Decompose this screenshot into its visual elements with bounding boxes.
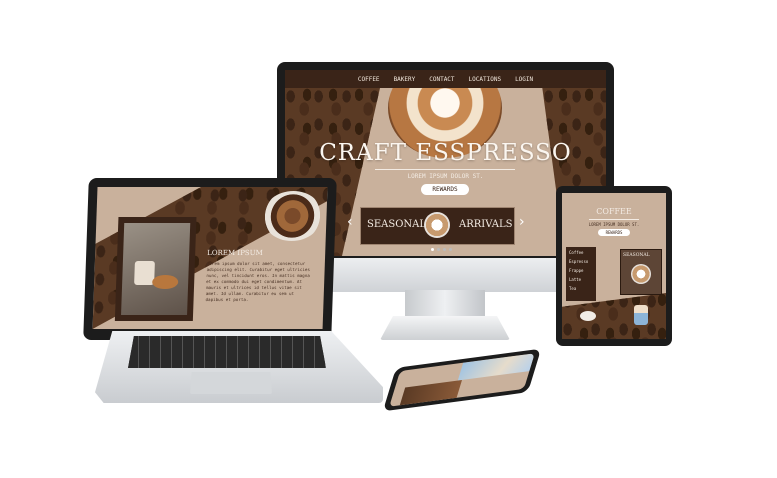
- tablet-card-title: SEASONAL: [623, 253, 650, 258]
- latte-croissant-image: [121, 223, 191, 315]
- phone-screen: [389, 353, 535, 407]
- laptop-body-text: Lorem ipsum dolor sit amet, consectetur …: [205, 261, 311, 302]
- nav-bakery[interactable]: BAKERY: [394, 76, 416, 83]
- tablet-rewards-button[interactable]: REWARDS: [598, 229, 630, 236]
- next-arrow-icon[interactable]: ›: [519, 215, 525, 229]
- tablet-seasonal-card: SEASONAL: [620, 249, 662, 295]
- pastry-bowl-image: [261, 191, 324, 241]
- hero-title: CRAFT ESSPRESSO: [319, 140, 572, 166]
- laptop-screen: LOREM IPSUM Lorem ipsum dolor sit amet, …: [92, 187, 328, 329]
- tablet-menu-latte[interactable]: Latte: [566, 275, 596, 284]
- seasonal-banner: SEASONAL ARRIVALS: [360, 207, 515, 245]
- nav-coffee[interactable]: COFFEE: [358, 76, 380, 83]
- tablet-cup-image: [580, 311, 596, 321]
- laptop-photo-card: [114, 217, 197, 321]
- hero-divider: [375, 169, 515, 170]
- tablet-divider: [589, 219, 639, 220]
- prev-arrow-icon[interactable]: ‹: [347, 215, 353, 229]
- coffee-cup-icon: [424, 212, 450, 238]
- banner-seasonal-label: SEASONAL: [367, 219, 427, 230]
- monitor-base: [380, 316, 510, 340]
- rewards-button[interactable]: REWARDS: [421, 184, 469, 195]
- tablet-menu-tea[interactable]: Tea: [566, 284, 596, 293]
- laptop-keyboard: [128, 336, 326, 368]
- tablet-menu-espresso[interactable]: Espresso: [566, 257, 596, 266]
- carousel-dots[interactable]: [431, 248, 459, 251]
- tablet-device: COFFEE LOREM IPSUM DOLOR ST. REWARDS Cof…: [556, 186, 672, 346]
- laptop-lid: LOREM IPSUM Lorem ipsum dolor sit amet, …: [83, 178, 337, 340]
- banner-arrivals-label: ARRIVALS: [459, 219, 513, 230]
- tablet-menu-coffee[interactable]: Coffee: [566, 247, 596, 257]
- nav-contact[interactable]: CONTACT: [429, 76, 454, 83]
- desktop-nav-bar: COFFEE BAKERY CONTACT LOCATIONS LOGIN: [285, 70, 606, 88]
- phone-coffee-image: [399, 380, 462, 406]
- nav-locations[interactable]: LOCATIONS: [469, 76, 502, 83]
- tablet-menu: Coffee Espresso Frappe Latte Tea: [566, 247, 596, 301]
- phone-map-image: [457, 353, 535, 381]
- nav-login[interactable]: LOGIN: [515, 76, 533, 83]
- tablet-card-cup-icon: [631, 264, 651, 284]
- laptop-heading: LOREM IPSUM: [207, 249, 263, 257]
- tablet-blue-cup-image: [634, 305, 648, 325]
- phone-device: [382, 348, 542, 412]
- tablet-screen: COFFEE LOREM IPSUM DOLOR ST. REWARDS Cof…: [562, 193, 666, 339]
- tablet-menu-frappe[interactable]: Frappe: [566, 266, 596, 275]
- tablet-title: COFFEE: [596, 207, 632, 216]
- monitor-stand: [405, 290, 485, 320]
- tablet-subtitle: LOREM IPSUM DOLOR ST.: [588, 222, 640, 227]
- laptop-trackpad: [190, 372, 272, 394]
